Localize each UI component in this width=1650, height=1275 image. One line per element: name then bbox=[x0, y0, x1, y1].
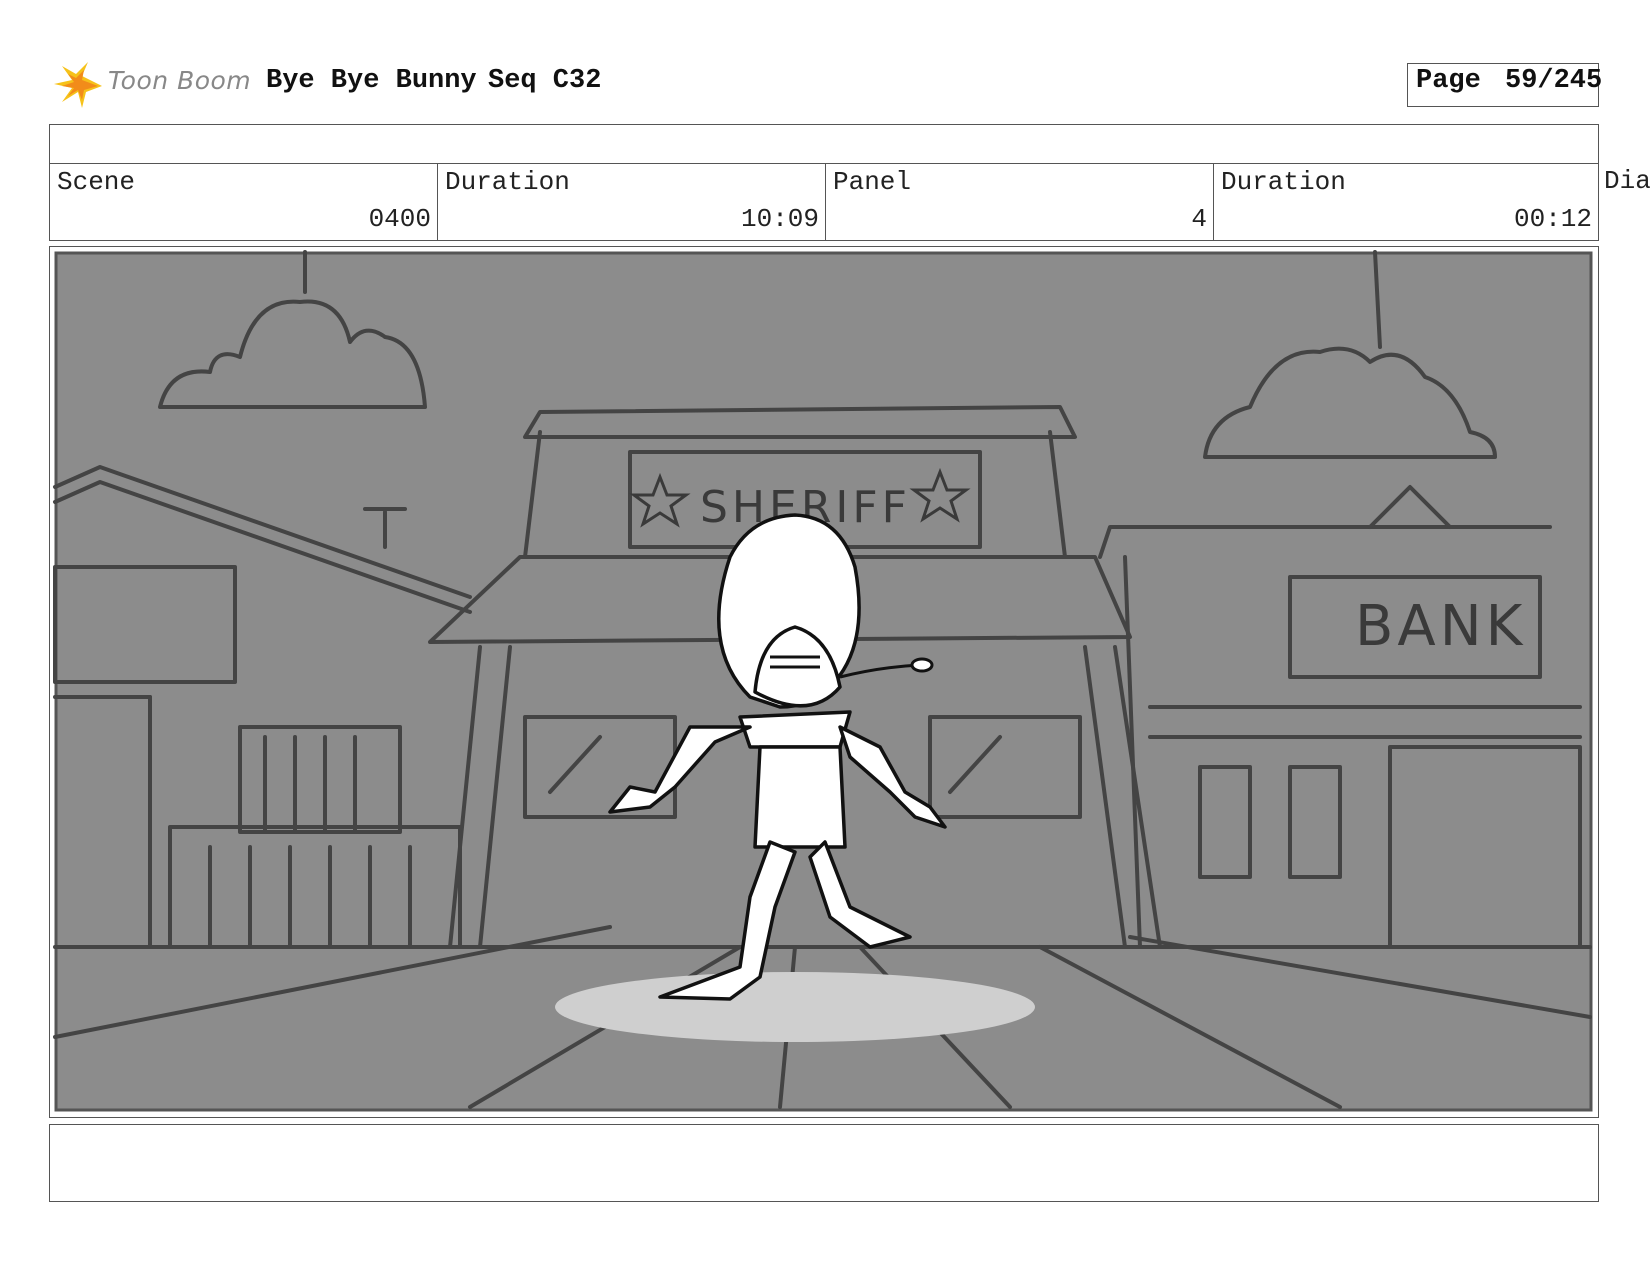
info-row: Scene 0400 Duration 10:09 Panel 4 Durati… bbox=[49, 163, 1599, 241]
panel-duration-value: 00:12 bbox=[1513, 204, 1592, 234]
scene-cell: Scene 0400 bbox=[50, 164, 438, 240]
scene-duration-value: 10:09 bbox=[740, 204, 819, 234]
sketch-drawing: SHERIFF BANK bbox=[53, 250, 1593, 1112]
storyboard-panel: SHERIFF BANK bbox=[49, 246, 1599, 1118]
header-strip bbox=[49, 124, 1599, 164]
dialogue-label: Dia bbox=[1604, 166, 1650, 196]
dialogue-box bbox=[49, 1124, 1599, 1202]
panel-cell: Panel 4 bbox=[826, 164, 1214, 240]
sequence-label: Seq C32 bbox=[488, 66, 602, 96]
scene-duration-cell: Duration 10:09 bbox=[438, 164, 826, 240]
page-label: Page bbox=[1416, 66, 1481, 96]
page-number: 59/245 bbox=[1505, 66, 1603, 96]
project-title: Bye Bye Bunny bbox=[266, 66, 477, 96]
bank-sign-text: BANK bbox=[1355, 594, 1526, 659]
panel-duration-label: Duration bbox=[1221, 167, 1346, 197]
panel-value: 4 bbox=[1191, 204, 1207, 234]
scene-duration-label: Duration bbox=[445, 167, 570, 197]
panel-label: Panel bbox=[833, 167, 912, 197]
logo-text: Toon Boom bbox=[108, 66, 252, 95]
starburst-icon bbox=[54, 62, 102, 108]
scene-label: Scene bbox=[57, 167, 136, 197]
panel-duration-cell: Duration 00:12 bbox=[1214, 164, 1598, 240]
scene-value: 0400 bbox=[368, 204, 431, 234]
